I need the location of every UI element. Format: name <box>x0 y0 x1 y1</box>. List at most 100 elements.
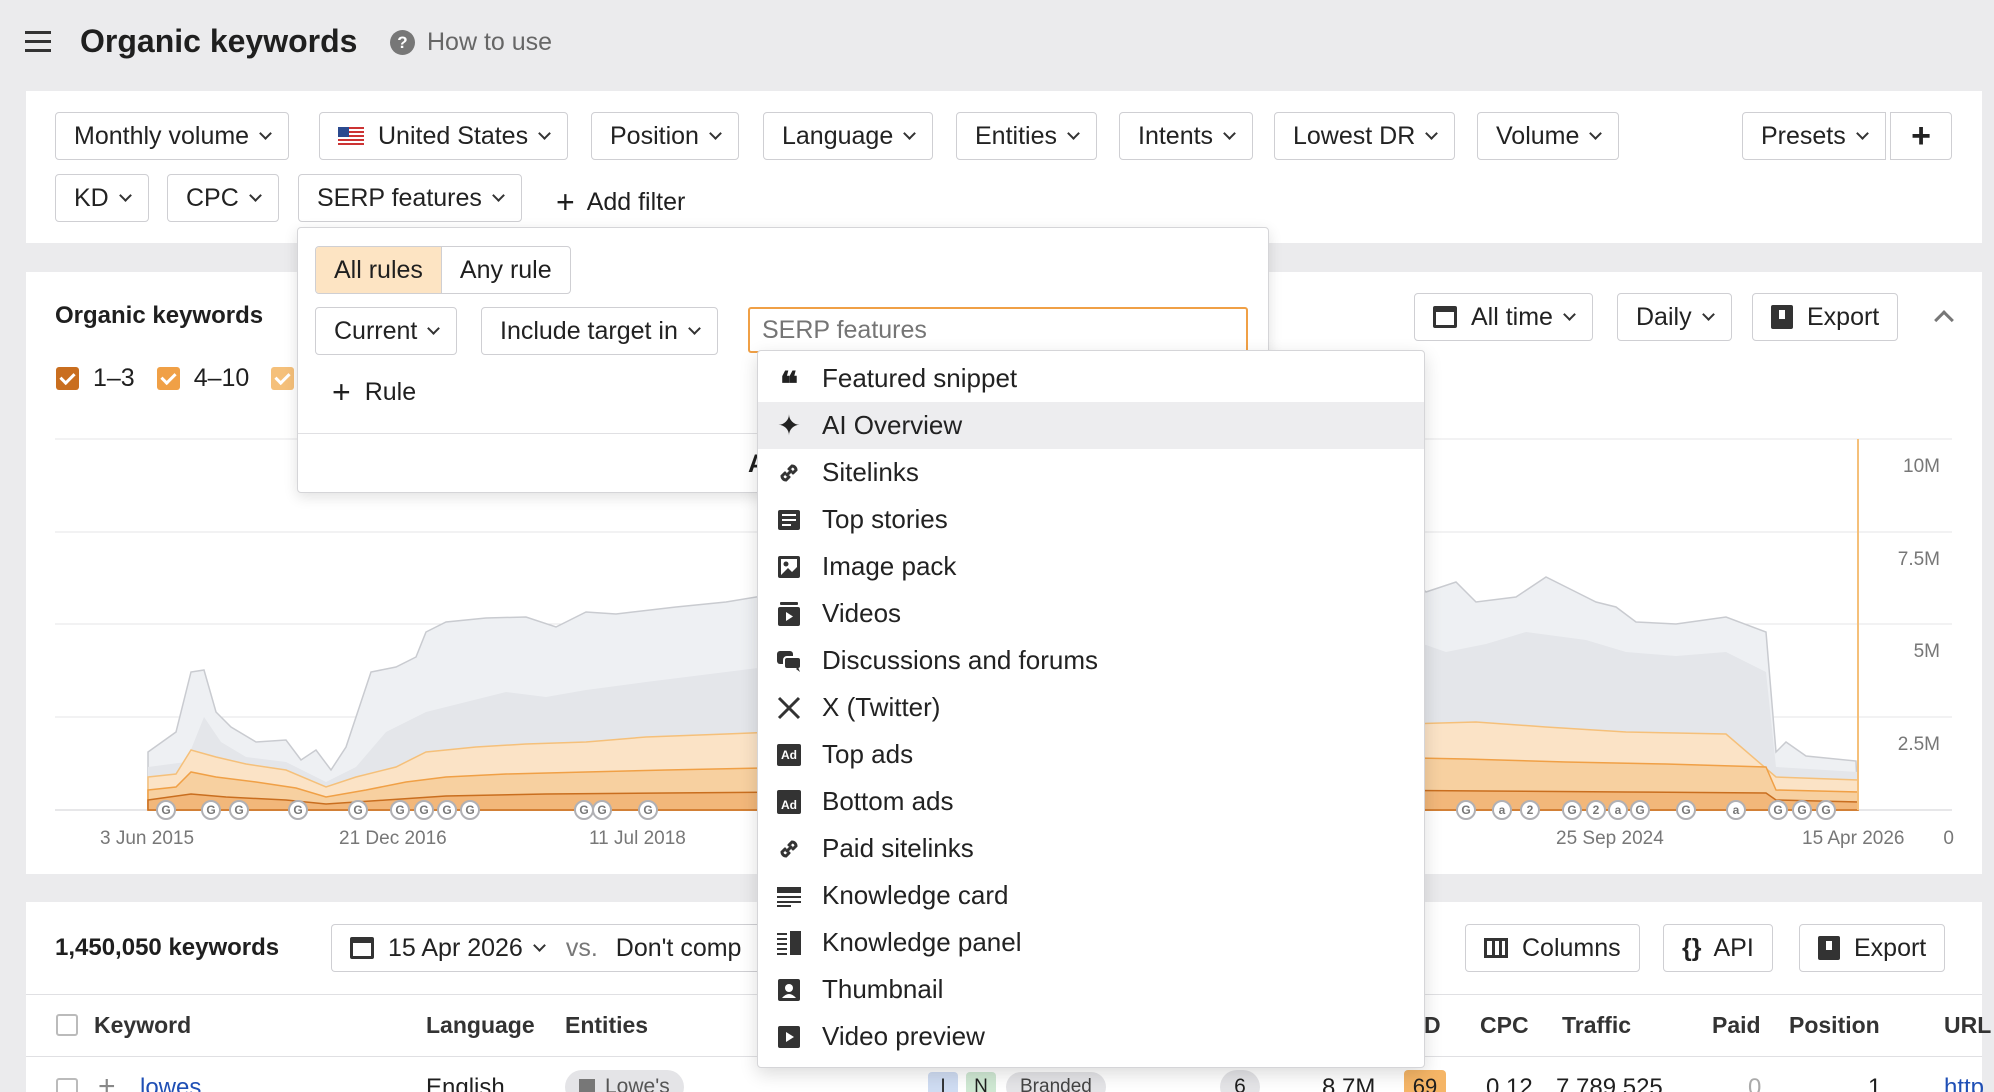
google-update-icon[interactable]: G <box>1456 800 1476 820</box>
filter-lowest-dr[interactable]: Lowest DR <box>1274 112 1456 160</box>
google-update-icon[interactable]: G <box>1630 800 1650 820</box>
col-keyword[interactable]: Keyword <box>94 1012 191 1039</box>
col-position[interactable]: Position <box>1789 1012 1880 1039</box>
row-position: 1 <box>1868 1074 1882 1092</box>
quote-icon: ❝ <box>779 365 799 404</box>
update-marker-a[interactable]: a <box>1726 800 1746 820</box>
current-select[interactable]: Current <box>315 307 458 355</box>
option-featured-snippet[interactable]: ❝ Featured snippet <box>758 355 1424 402</box>
serp-features-input[interactable] <box>748 307 1248 353</box>
col-language[interactable]: Language <box>426 1012 535 1039</box>
filter-cpc[interactable]: CPC <box>167 174 279 222</box>
filter-entities[interactable]: Entities <box>956 112 1097 160</box>
presets-button[interactable]: Presets <box>1742 112 1886 160</box>
option-x-twitter[interactable]: X (Twitter) <box>758 684 1424 731</box>
option-top-stories[interactable]: Top stories <box>758 496 1424 543</box>
play-icon <box>776 1024 802 1050</box>
google-update-icon[interactable]: G <box>592 800 612 820</box>
google-update-icon[interactable]: G <box>348 800 368 820</box>
option-sitelinks[interactable]: Sitelinks <box>758 449 1424 496</box>
col-kd[interactable]: D <box>1424 1012 1441 1039</box>
col-cpc[interactable]: CPC <box>1480 1012 1529 1039</box>
row-traffic: 7,789,525 <box>1556 1074 1663 1092</box>
row-language: English <box>426 1074 505 1092</box>
option-ai-overview[interactable]: ✦ AI Overview <box>758 402 1424 449</box>
google-update-icon[interactable]: G <box>229 800 249 820</box>
compare-date-control[interactable]: 15 Apr 2026 vs. Don't comp <box>331 924 801 972</box>
google-update-icon[interactable]: G <box>288 800 308 820</box>
table-export-button[interactable]: Export <box>1799 924 1946 972</box>
filter-intents[interactable]: Intents <box>1119 112 1254 160</box>
news-icon <box>776 507 802 533</box>
google-update-icon[interactable]: G <box>390 800 410 820</box>
add-rule-button[interactable]: + Rule <box>332 374 416 411</box>
help-link[interactable]: ? How to use <box>390 28 552 57</box>
row-url[interactable]: http <box>1944 1074 1984 1092</box>
chat-icon <box>776 648 802 674</box>
google-update-icon[interactable]: G <box>574 800 594 820</box>
link-icon <box>776 836 802 862</box>
option-bottom-ads[interactable]: Ad Bottom ads <box>758 778 1424 825</box>
keywords-count: 1,450,050 keywords <box>55 934 280 961</box>
col-paid[interactable]: Paid <box>1712 1012 1761 1039</box>
option-top-ads[interactable]: Ad Top ads <box>758 731 1424 778</box>
option-knowledge-panel[interactable]: Knowledge panel <box>758 919 1424 966</box>
option-image-pack[interactable]: Image pack <box>758 543 1424 590</box>
col-url[interactable]: URL <box>1944 1012 1991 1039</box>
google-update-icon[interactable]: G <box>1562 800 1582 820</box>
google-update-icon[interactable]: G <box>156 800 176 820</box>
option-video-preview[interactable]: Video preview <box>758 1013 1424 1060</box>
kd-badge: 69 <box>1404 1070 1446 1092</box>
all-rules-option[interactable]: All rules <box>316 247 441 293</box>
google-update-icon[interactable]: G <box>638 800 658 820</box>
sparkle-icon: ✦ <box>777 410 801 441</box>
google-update-icon[interactable]: G <box>437 800 457 820</box>
us-flag-icon <box>338 127 364 145</box>
update-marker-a[interactable]: a <box>1492 800 1512 820</box>
columns-button[interactable]: Columns <box>1465 924 1640 972</box>
any-rule-option[interactable]: Any rule <box>440 247 570 293</box>
add-filter-button[interactable]: + Add filter <box>556 184 685 221</box>
option-knowledge-card[interactable]: Knowledge card <box>758 872 1424 919</box>
branded-badge: Branded <box>1006 1072 1106 1092</box>
expand-icon[interactable]: + <box>98 1070 116 1092</box>
option-paid-sitelinks[interactable]: Paid sitelinks <box>758 825 1424 872</box>
row-checkbox[interactable] <box>56 1078 78 1092</box>
row-paid: 0 <box>1748 1074 1762 1092</box>
intent-badge-navigational: N <box>966 1072 996 1092</box>
filter-monthly-volume[interactable]: Monthly volume <box>55 112 290 160</box>
plus-icon: + <box>1911 116 1931 155</box>
select-all-checkbox[interactable] <box>56 1014 78 1036</box>
google-update-icon[interactable]: G <box>1768 800 1788 820</box>
update-marker-a[interactable]: a <box>1608 800 1628 820</box>
keyword-link[interactable]: lowes <box>140 1074 201 1092</box>
plus-icon: + <box>556 184 575 220</box>
option-thumbnail[interactable]: Thumbnail <box>758 966 1424 1013</box>
add-preset-button[interactable]: + <box>1890 112 1952 160</box>
col-traffic[interactable]: Traffic <box>1562 1012 1631 1039</box>
menu-icon[interactable] <box>25 31 51 53</box>
col-entities[interactable]: Entities <box>565 1012 648 1039</box>
option-discussions-forums[interactable]: Discussions and forums <box>758 637 1424 684</box>
filter-serp-features[interactable]: SERP features <box>298 174 522 222</box>
google-update-icon[interactable]: G <box>201 800 221 820</box>
google-update-icon[interactable]: G <box>1792 800 1812 820</box>
google-update-icon[interactable]: G <box>1676 800 1696 820</box>
update-marker-2[interactable]: 2 <box>1520 800 1540 820</box>
api-button[interactable]: {} API <box>1663 924 1773 972</box>
filter-volume[interactable]: Volume <box>1477 112 1620 160</box>
google-update-icon[interactable]: G <box>1816 800 1836 820</box>
filter-kd[interactable]: KD <box>55 174 149 222</box>
google-update-icon[interactable]: G <box>460 800 480 820</box>
option-videos[interactable]: Videos <box>758 590 1424 637</box>
x-icon <box>776 695 802 721</box>
filter-country[interactable]: United States <box>319 112 569 160</box>
entity-badge[interactable]: Lowe's <box>565 1070 684 1092</box>
filter-language[interactable]: Language <box>763 112 934 160</box>
thumbnail-icon <box>776 977 802 1003</box>
building-icon <box>579 1079 595 1092</box>
update-marker-2[interactable]: 2 <box>1586 800 1606 820</box>
include-target-select[interactable]: Include target in <box>481 307 718 355</box>
filter-position[interactable]: Position <box>591 112 739 160</box>
google-update-icon[interactable]: G <box>414 800 434 820</box>
